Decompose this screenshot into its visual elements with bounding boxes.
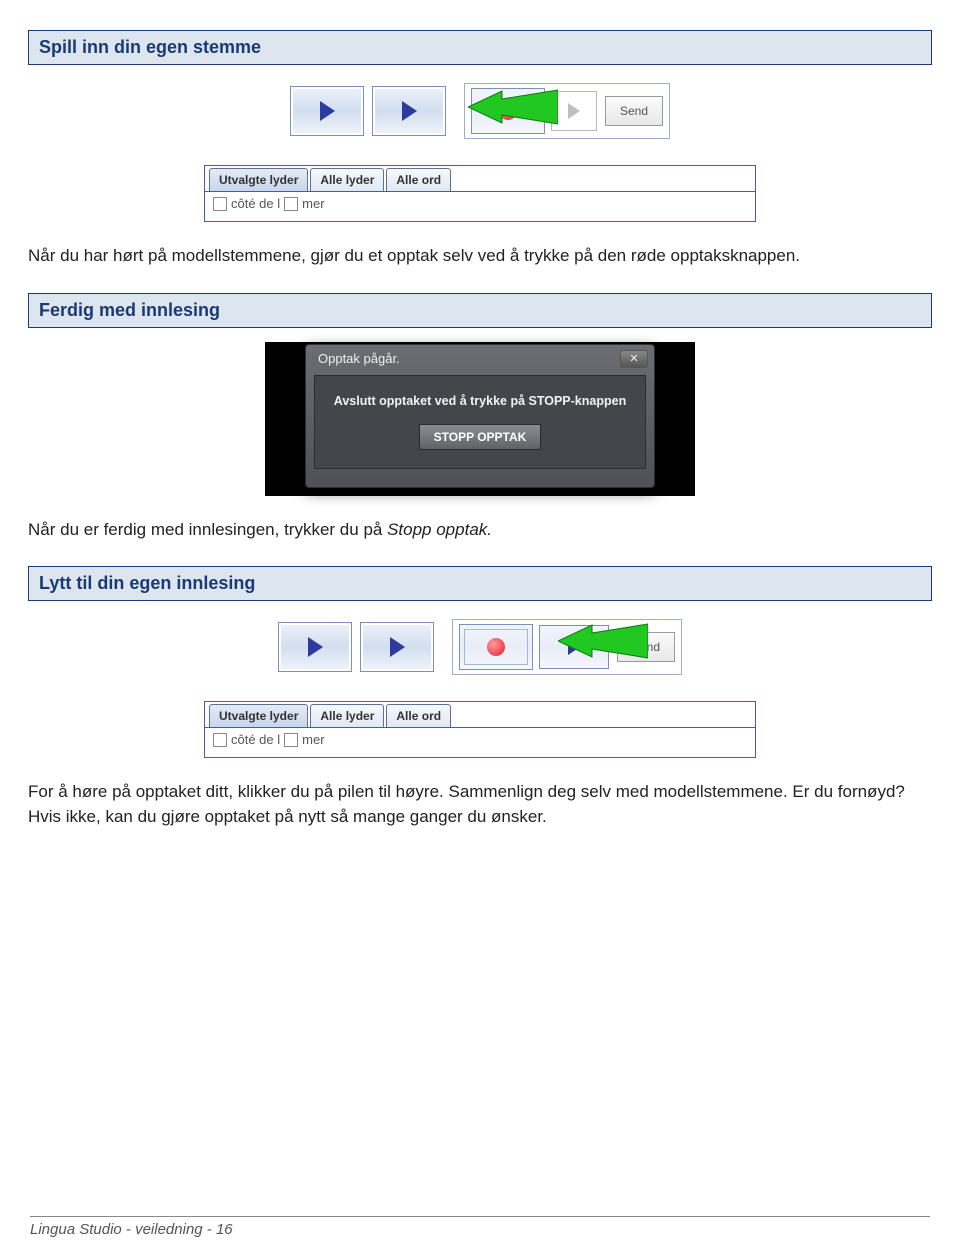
tab-all-words[interactable]: Alle ord [386,168,451,191]
page-footer: Lingua Studio - veiledning - 16 [30,1216,930,1238]
section-header-done: Ferdig med innlesing [28,293,932,328]
dialog-message: Avslutt opptaket ved å trykke på STOPP-k… [325,394,635,408]
paragraph-1: Når du har hørt på modellstemmene, gjør … [28,244,932,269]
play-button-1[interactable] [278,622,352,672]
section-header-record: Spill inn din egen stemme [28,30,932,65]
tabs-panel: Utvalgte lyder Alle lyder Alle ord côté … [204,701,756,758]
play-button-2[interactable] [372,86,446,136]
phrase-part-b: mer [302,196,324,211]
play-button-2[interactable] [360,622,434,672]
section-header-listen: Lytt til din egen innlesing [28,566,932,601]
play-button-1[interactable] [290,86,364,136]
send-button[interactable]: Send [605,96,663,126]
pointer-arrow-icon [468,85,558,129]
tab-all-sounds[interactable]: Alle lyder [310,168,384,191]
close-icon[interactable]: ✕ [620,350,648,368]
tab-all-words[interactable]: Alle ord [386,704,451,727]
pointer-arrow-icon [558,619,648,663]
tab-all-sounds[interactable]: Alle lyder [310,704,384,727]
checkbox[interactable] [213,733,227,747]
screenshot-toolbar-record: Send Utvalgte lyder Alle lyder Alle ord … [200,79,760,222]
screenshot-dialog: Opptak pågår. ✕ Avslutt opptaket ved å t… [265,342,695,496]
tab-selected-sounds[interactable]: Utvalgte lyder [209,704,308,727]
phrase-part-a: côté de l [231,732,280,747]
tab-selected-sounds[interactable]: Utvalgte lyder [209,168,308,191]
paragraph-2: Når du er ferdig med innlesingen, trykke… [28,518,932,543]
screenshot-toolbar-listen: Send Utvalgte lyder Alle lyder Alle ord … [200,615,760,758]
phrase-part-a: côté de l [231,196,280,211]
dialog-title: Opptak pågår. [318,351,400,366]
checkbox[interactable] [284,197,298,211]
paragraph-3: For å høre på opptaket ditt, klikker du … [28,780,932,829]
tabs-panel: Utvalgte lyder Alle lyder Alle ord côté … [204,165,756,222]
checkbox[interactable] [213,197,227,211]
phrase-part-b: mer [302,732,324,747]
checkbox[interactable] [284,733,298,747]
stop-recording-button[interactable]: STOPP OPPTAK [419,424,542,450]
record-button[interactable] [459,624,533,670]
